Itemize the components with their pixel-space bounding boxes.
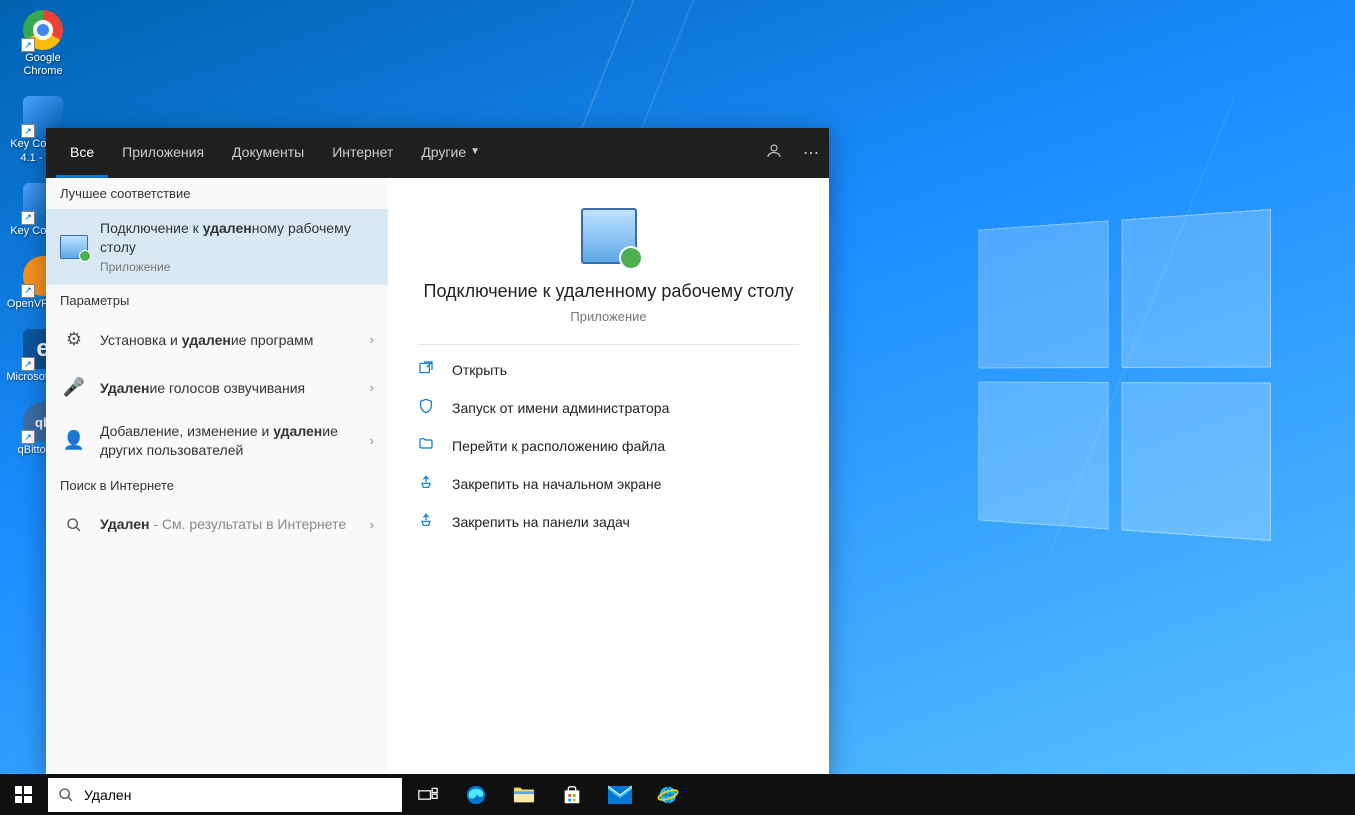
chevron-down-icon: ▼ — [470, 146, 480, 157]
start-search-panel: Все Приложения Документы Интернет Другие… — [46, 128, 829, 774]
search-results-list: Лучшее соответствие Подключение к удален… — [46, 178, 388, 774]
preview-subtitle: Приложение — [418, 309, 799, 324]
action-open[interactable]: Открыть — [418, 351, 799, 389]
section-web-search: Поиск в Интернете — [46, 470, 388, 501]
taskbar-file-explorer[interactable] — [500, 774, 548, 815]
action-pin-to-start[interactable]: Закрепить на начальном экране — [418, 465, 799, 503]
ie-icon — [656, 783, 680, 807]
search-icon — [58, 787, 74, 803]
taskbar-ie[interactable] — [644, 774, 692, 815]
feedback-icon[interactable] — [765, 142, 783, 165]
action-pin-to-taskbar[interactable]: Закрепить на панели задач — [418, 503, 799, 541]
action-run-as-admin[interactable]: Запуск от имени администратора — [418, 389, 799, 427]
search-panel-header: Все Приложения Документы Интернет Другие… — [46, 128, 829, 178]
folder-icon — [512, 783, 536, 807]
taskbar-edge[interactable] — [452, 774, 500, 815]
taskbar-mail[interactable] — [596, 774, 644, 815]
action-open-file-location[interactable]: Перейти к расположению файла — [418, 427, 799, 465]
taskbar — [0, 774, 1355, 815]
preview-actions: Открыть Запуск от имени администратора П… — [418, 344, 799, 547]
taskbar-search-box[interactable] — [48, 778, 402, 812]
tab-documents[interactable]: Документы — [218, 128, 318, 178]
pin-icon — [418, 474, 438, 494]
chevron-right-icon: › — [370, 380, 374, 395]
desktop-icon-label: Google Chrome — [5, 52, 81, 78]
preview-title: Подключение к удаленному рабочему столу — [418, 280, 799, 303]
tab-apps[interactable]: Приложения — [108, 128, 218, 178]
open-icon — [418, 360, 438, 380]
user-icon: 👤 — [60, 427, 88, 455]
result-item-rdp[interactable]: Подключение к удаленному рабочему столу … — [46, 209, 388, 285]
result-item-remove-voices[interactable]: 🎤 Удаление голосов озвучивания › — [46, 364, 388, 412]
mic-icon: 🎤 — [60, 374, 88, 402]
section-best-match: Лучшее соответствие — [46, 178, 388, 209]
tab-more[interactable]: Другие▼ — [407, 128, 494, 178]
search-panel-body: Лучшее соответствие Подключение к удален… — [46, 178, 829, 774]
result-item-uninstall-programs[interactable]: ⚙ Установка и удаление программ › — [46, 316, 388, 364]
result-item-web-search[interactable]: Удален - См. результаты в Интернете › — [46, 501, 388, 549]
tab-all[interactable]: Все — [56, 128, 108, 178]
chrome-icon: ↗ — [23, 10, 63, 50]
chevron-right-icon: › — [370, 433, 374, 448]
desktop-icon-chrome[interactable]: ↗ Google Chrome — [5, 10, 81, 78]
windows-logo-icon — [15, 786, 32, 803]
search-icon — [60, 511, 88, 539]
result-item-manage-users[interactable]: 👤 Добавление, изменение и удаление други… — [46, 412, 388, 470]
task-view-icon — [416, 783, 440, 807]
mail-icon — [608, 783, 632, 807]
rdp-icon-large — [581, 208, 637, 264]
pin-icon — [418, 512, 438, 532]
search-input[interactable] — [84, 787, 392, 803]
search-preview-pane: Подключение к удаленному рабочему столу … — [388, 178, 829, 774]
section-settings: Параметры — [46, 285, 388, 316]
more-options-icon[interactable]: ⋯ — [803, 143, 819, 163]
tab-internet[interactable]: Интернет — [318, 128, 407, 178]
preview-hero: Подключение к удаленному рабочему столу … — [388, 178, 829, 344]
shortcut-arrow-icon: ↗ — [21, 38, 35, 52]
gear-icon: ⚙ — [60, 326, 88, 354]
start-button[interactable] — [0, 774, 46, 815]
taskbar-store[interactable] — [548, 774, 596, 815]
rdp-icon — [60, 235, 88, 259]
edge-icon — [464, 783, 488, 807]
store-icon — [560, 783, 584, 807]
folder-icon — [418, 436, 438, 456]
chevron-right-icon: › — [370, 332, 374, 347]
chevron-right-icon: › — [370, 517, 374, 532]
taskbar-task-view[interactable] — [404, 774, 452, 815]
shield-icon — [418, 398, 438, 418]
search-filter-tabs: Все Приложения Документы Интернет Другие… — [56, 128, 494, 178]
wallpaper-windows-logo — [978, 209, 1271, 541]
